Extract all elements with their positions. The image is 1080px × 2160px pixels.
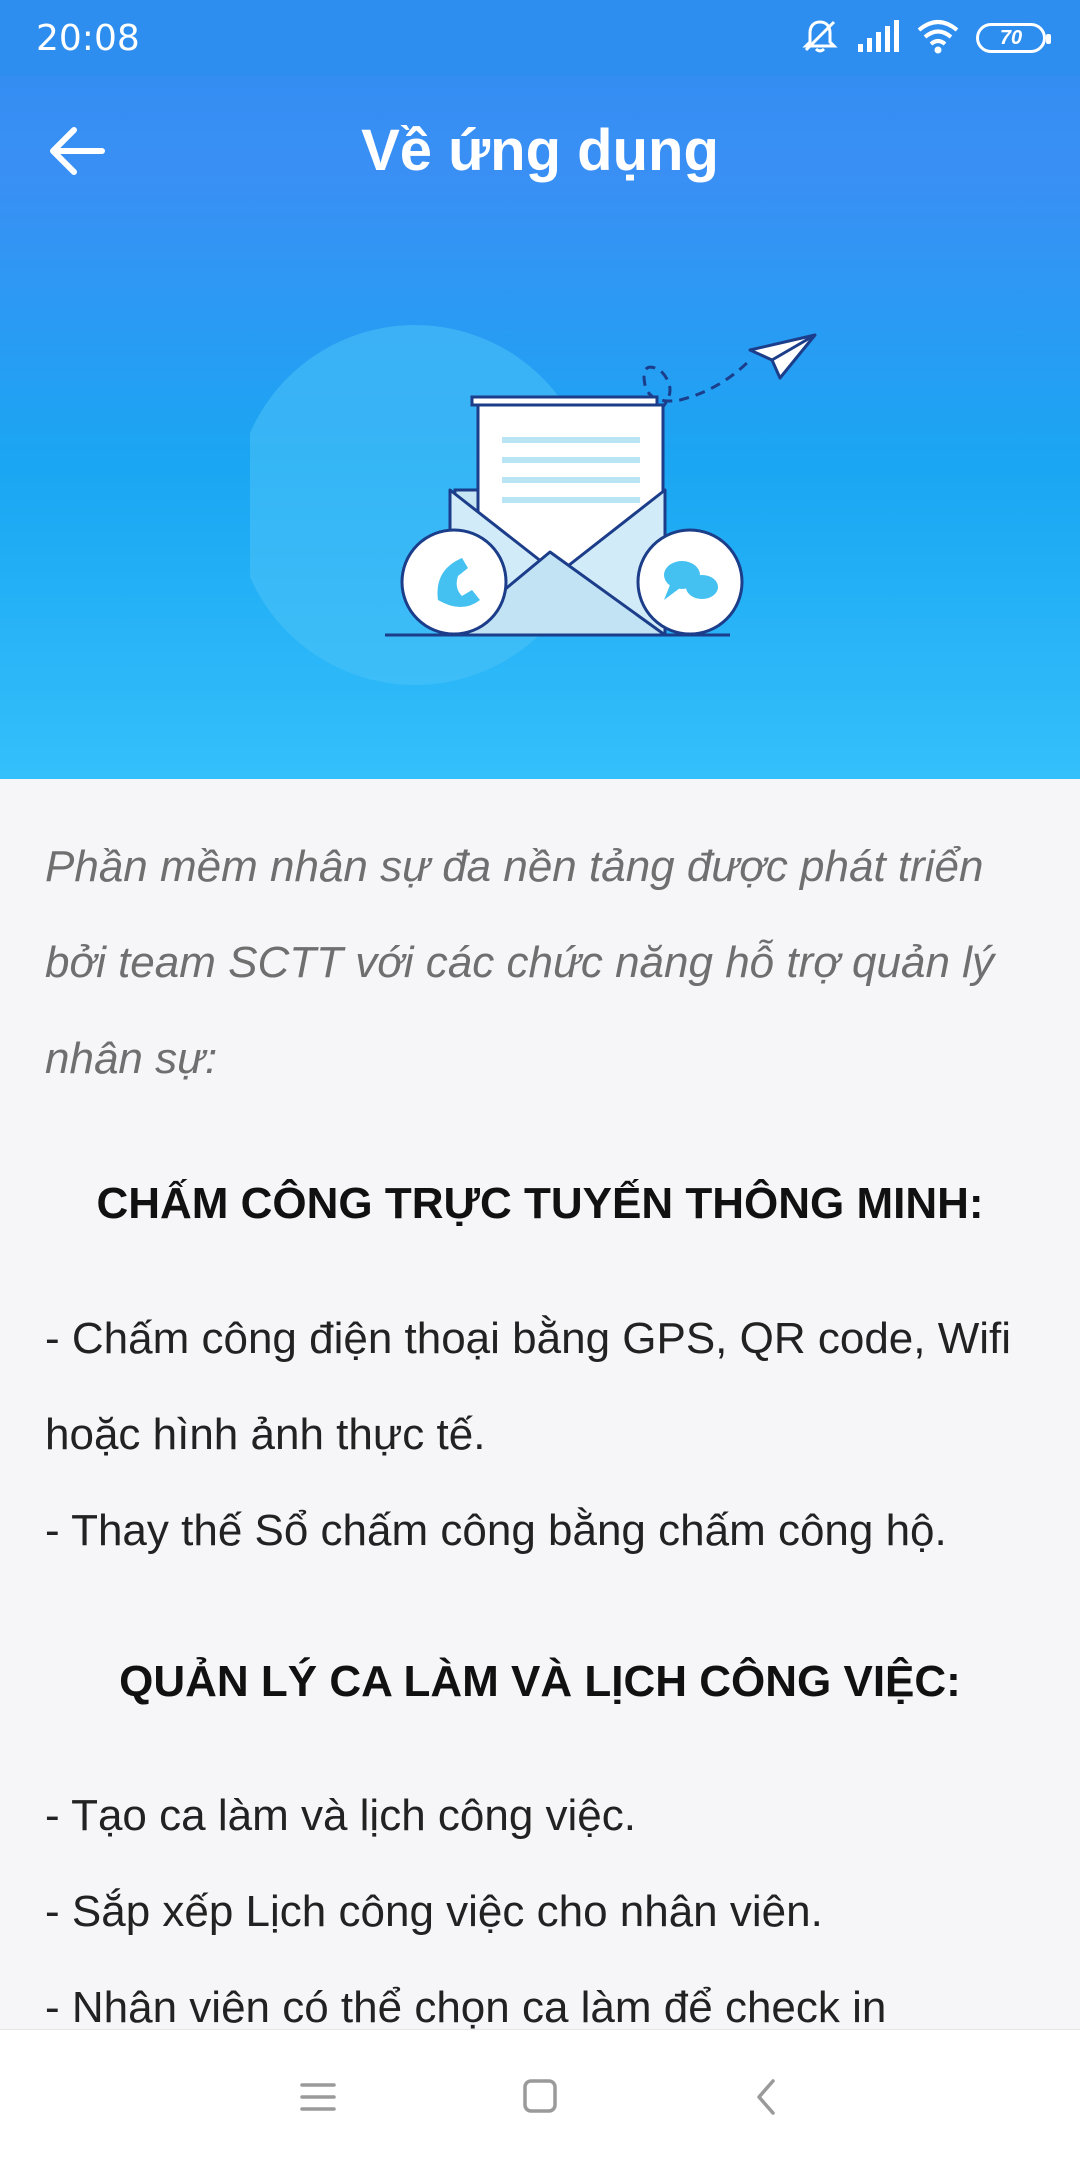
envelope-letter-illustration: [235, 300, 850, 700]
nav-back-button[interactable]: [737, 2070, 797, 2124]
header-hero: 20:08 70 Về ứng dụng: [0, 0, 1080, 779]
section-heading-shifts: QUẢN LÝ CA LÀM VÀ LỊCH CÔNG VIỆC:: [119, 1657, 961, 1706]
battery-icon: 70: [976, 23, 1051, 53]
home-button[interactable]: [510, 2070, 570, 2124]
app-bar: Về ứng dụng: [0, 76, 1080, 226]
back-icon: [757, 2079, 775, 2115]
section-heading-attendance: CHẤM CÔNG TRỰC TUYẾN THÔNG MINH:: [96, 1179, 984, 1228]
list-item: - Sắp xếp Lịch công việc cho nhân viên.: [45, 1887, 823, 1936]
list-item: - Chấm công điện thoại bằng GPS, QR code…: [45, 1314, 1012, 1459]
battery-level: 70: [999, 26, 1023, 49]
status-icons: 70: [800, 16, 1051, 61]
menu-icon: [300, 2083, 336, 2111]
home-icon: [523, 2079, 557, 2113]
menu-button[interactable]: [288, 2070, 348, 2124]
system-nav-bar: [0, 2029, 1080, 2160]
signal-icon: [856, 18, 900, 59]
page-title: Về ứng dụng: [361, 118, 719, 183]
list-item: - Tạo ca làm và lịch công việc.: [45, 1791, 636, 1840]
status-bar: 20:08 70: [0, 0, 1080, 76]
list-item: - Nhân viên có thể chọn ca làm để check …: [45, 1983, 887, 2029]
list-item: - Thay thế Sổ chấm công bằng chấm công h…: [45, 1506, 947, 1555]
status-time: 20:08: [36, 18, 140, 59]
wifi-icon: [916, 18, 960, 59]
about-content: Phần mềm nhân sự đa nền tảng được phát t…: [0, 779, 1080, 2029]
paper-plane-icon: [748, 333, 817, 380]
intro-text: Phần mềm nhân sự đa nền tảng được phát t…: [45, 842, 994, 1083]
mute-icon: [800, 16, 840, 61]
